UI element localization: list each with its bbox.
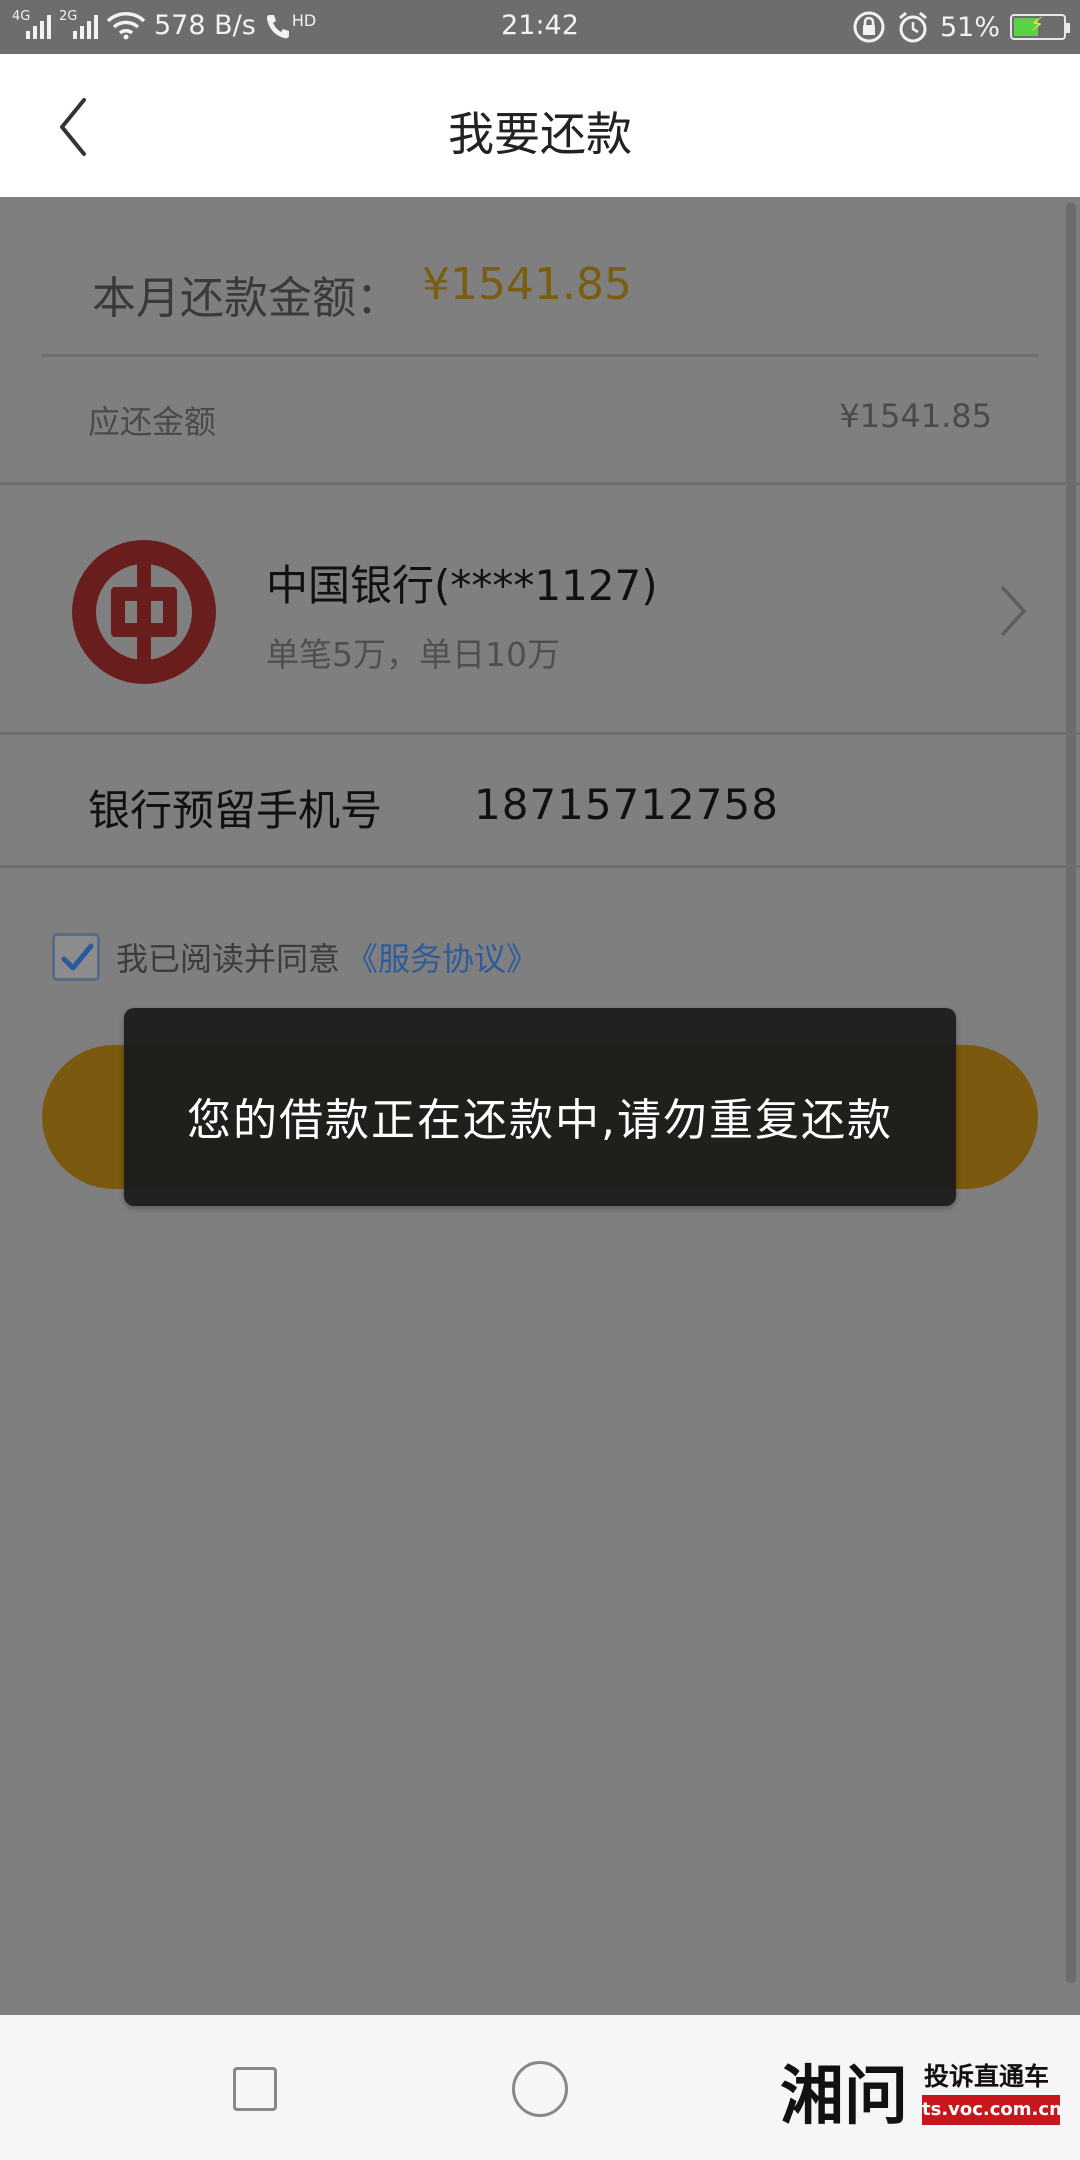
divider [0,865,1080,868]
watermark-logo: 湘问 投诉直通车 ts.voc.com.cn [780,2045,1070,2135]
monthly-amount-value: ¥1541.85 [422,259,632,310]
agreement-text: 我已阅读并同意 [116,940,341,978]
page-title: 我要还款 [448,107,632,161]
app-header: 我要还款 [0,54,1080,197]
due-amount-value: ¥1541.85 [839,397,992,435]
status-right: 51% ⚡ [852,10,1070,44]
watermark-url: ts.voc.com.cn [922,2095,1062,2125]
due-amount-label: 应还金额 [88,403,217,441]
reserved-phone-value: 18715712758 [474,780,779,829]
bank-card-name: 中国银行(****1127) [266,561,658,610]
alarm-icon [899,11,927,43]
due-amount-row: 应还金额 ¥1541.85 [0,357,1080,485]
bank-card-limit: 单笔5万，单日10万 [266,635,560,674]
watermark-slogan: 投诉直通车 [924,2062,1050,2091]
battery-icon: ⚡ [1010,12,1070,40]
toast-text: 您的借款正在还款中,请勿重复还款 [187,1095,893,1146]
system-nav-bar: 湘问 投诉直通车 ts.voc.com.cn [0,2015,1080,2160]
reserved-phone-row: 银行预留手机号 18715712758 [0,735,1080,865]
bank-card-selector[interactable]: 中国银行(****1127) 单笔5万，单日10万 [0,485,1080,735]
bank-of-china-logo-icon [72,540,216,684]
toast-message: 您的借款正在还款中,请勿重复还款 [124,1008,956,1206]
monthly-amount-row: 本月还款金额： ¥1541.85 [0,197,1080,357]
agreement-row: 我已阅读并同意 《服务协议》 [52,931,538,983]
monthly-amount-label: 本月还款金额： [92,273,400,324]
service-agreement-link[interactable]: 《服务协议》 [346,934,538,980]
reserved-phone-label: 银行预留手机号 [88,786,383,835]
battery-percent: 51% [939,11,1000,43]
recent-apps-button[interactable] [233,2067,277,2111]
status-bar: 4G 2G 578 B/s HD 21:42 51% ⚡ [0,0,1080,54]
agreement-checkbox[interactable] [52,933,100,981]
chevron-right-icon[interactable] [992,581,1032,641]
rotation-lock-icon [853,11,885,43]
checkmark-icon [61,943,94,971]
home-button[interactable] [512,2061,568,2117]
watermark-brand: 湘问 [780,2059,908,2134]
